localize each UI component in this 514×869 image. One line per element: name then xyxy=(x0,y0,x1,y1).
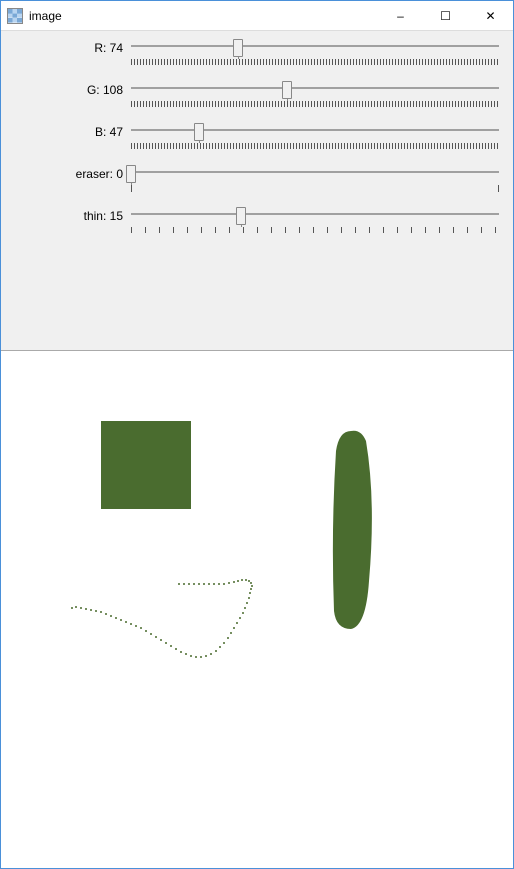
maximize-button[interactable]: ☐ xyxy=(423,1,468,30)
titlebar: image – ☐ ✕ xyxy=(1,1,513,31)
slider-thumb-g[interactable] xyxy=(282,81,292,99)
slider-label-thin: thin: 15 xyxy=(11,207,131,223)
slider-label-eraser: eraser: 0 xyxy=(11,165,131,181)
slider-thumb-r[interactable] xyxy=(233,39,243,57)
slider-thumb-eraser[interactable] xyxy=(126,165,136,183)
minimize-icon: – xyxy=(397,9,404,23)
slider-row-b: B: 47 xyxy=(11,123,499,149)
slider-label-r: R: 74 xyxy=(11,39,131,55)
close-button[interactable]: ✕ xyxy=(468,1,513,30)
slider-thumb-thin[interactable] xyxy=(236,207,246,225)
slider-row-r: R: 74 xyxy=(11,39,499,65)
maximize-icon: ☐ xyxy=(440,9,451,23)
slider-thumb-b[interactable] xyxy=(194,123,204,141)
drawn-thick-stroke xyxy=(1,351,513,868)
app-icon xyxy=(7,8,23,24)
slider-r[interactable] xyxy=(131,39,499,65)
slider-g[interactable] xyxy=(131,81,499,107)
slider-row-g: G: 108 xyxy=(11,81,499,107)
control-panel: R: 74 G: 108 B: 47 eraser: 0 thin: 15 xyxy=(1,31,513,351)
minimize-button[interactable]: – xyxy=(378,1,423,30)
slider-eraser[interactable] xyxy=(131,165,499,191)
slider-thin[interactable] xyxy=(131,207,499,233)
slider-label-b: B: 47 xyxy=(11,123,131,139)
window-title: image xyxy=(29,9,378,23)
slider-b[interactable] xyxy=(131,123,499,149)
close-icon: ✕ xyxy=(485,9,495,23)
slider-label-g: G: 108 xyxy=(11,81,131,97)
slider-row-thin: thin: 15 xyxy=(11,207,499,233)
drawing-canvas[interactable] xyxy=(1,351,513,868)
slider-row-eraser: eraser: 0 xyxy=(11,165,499,191)
